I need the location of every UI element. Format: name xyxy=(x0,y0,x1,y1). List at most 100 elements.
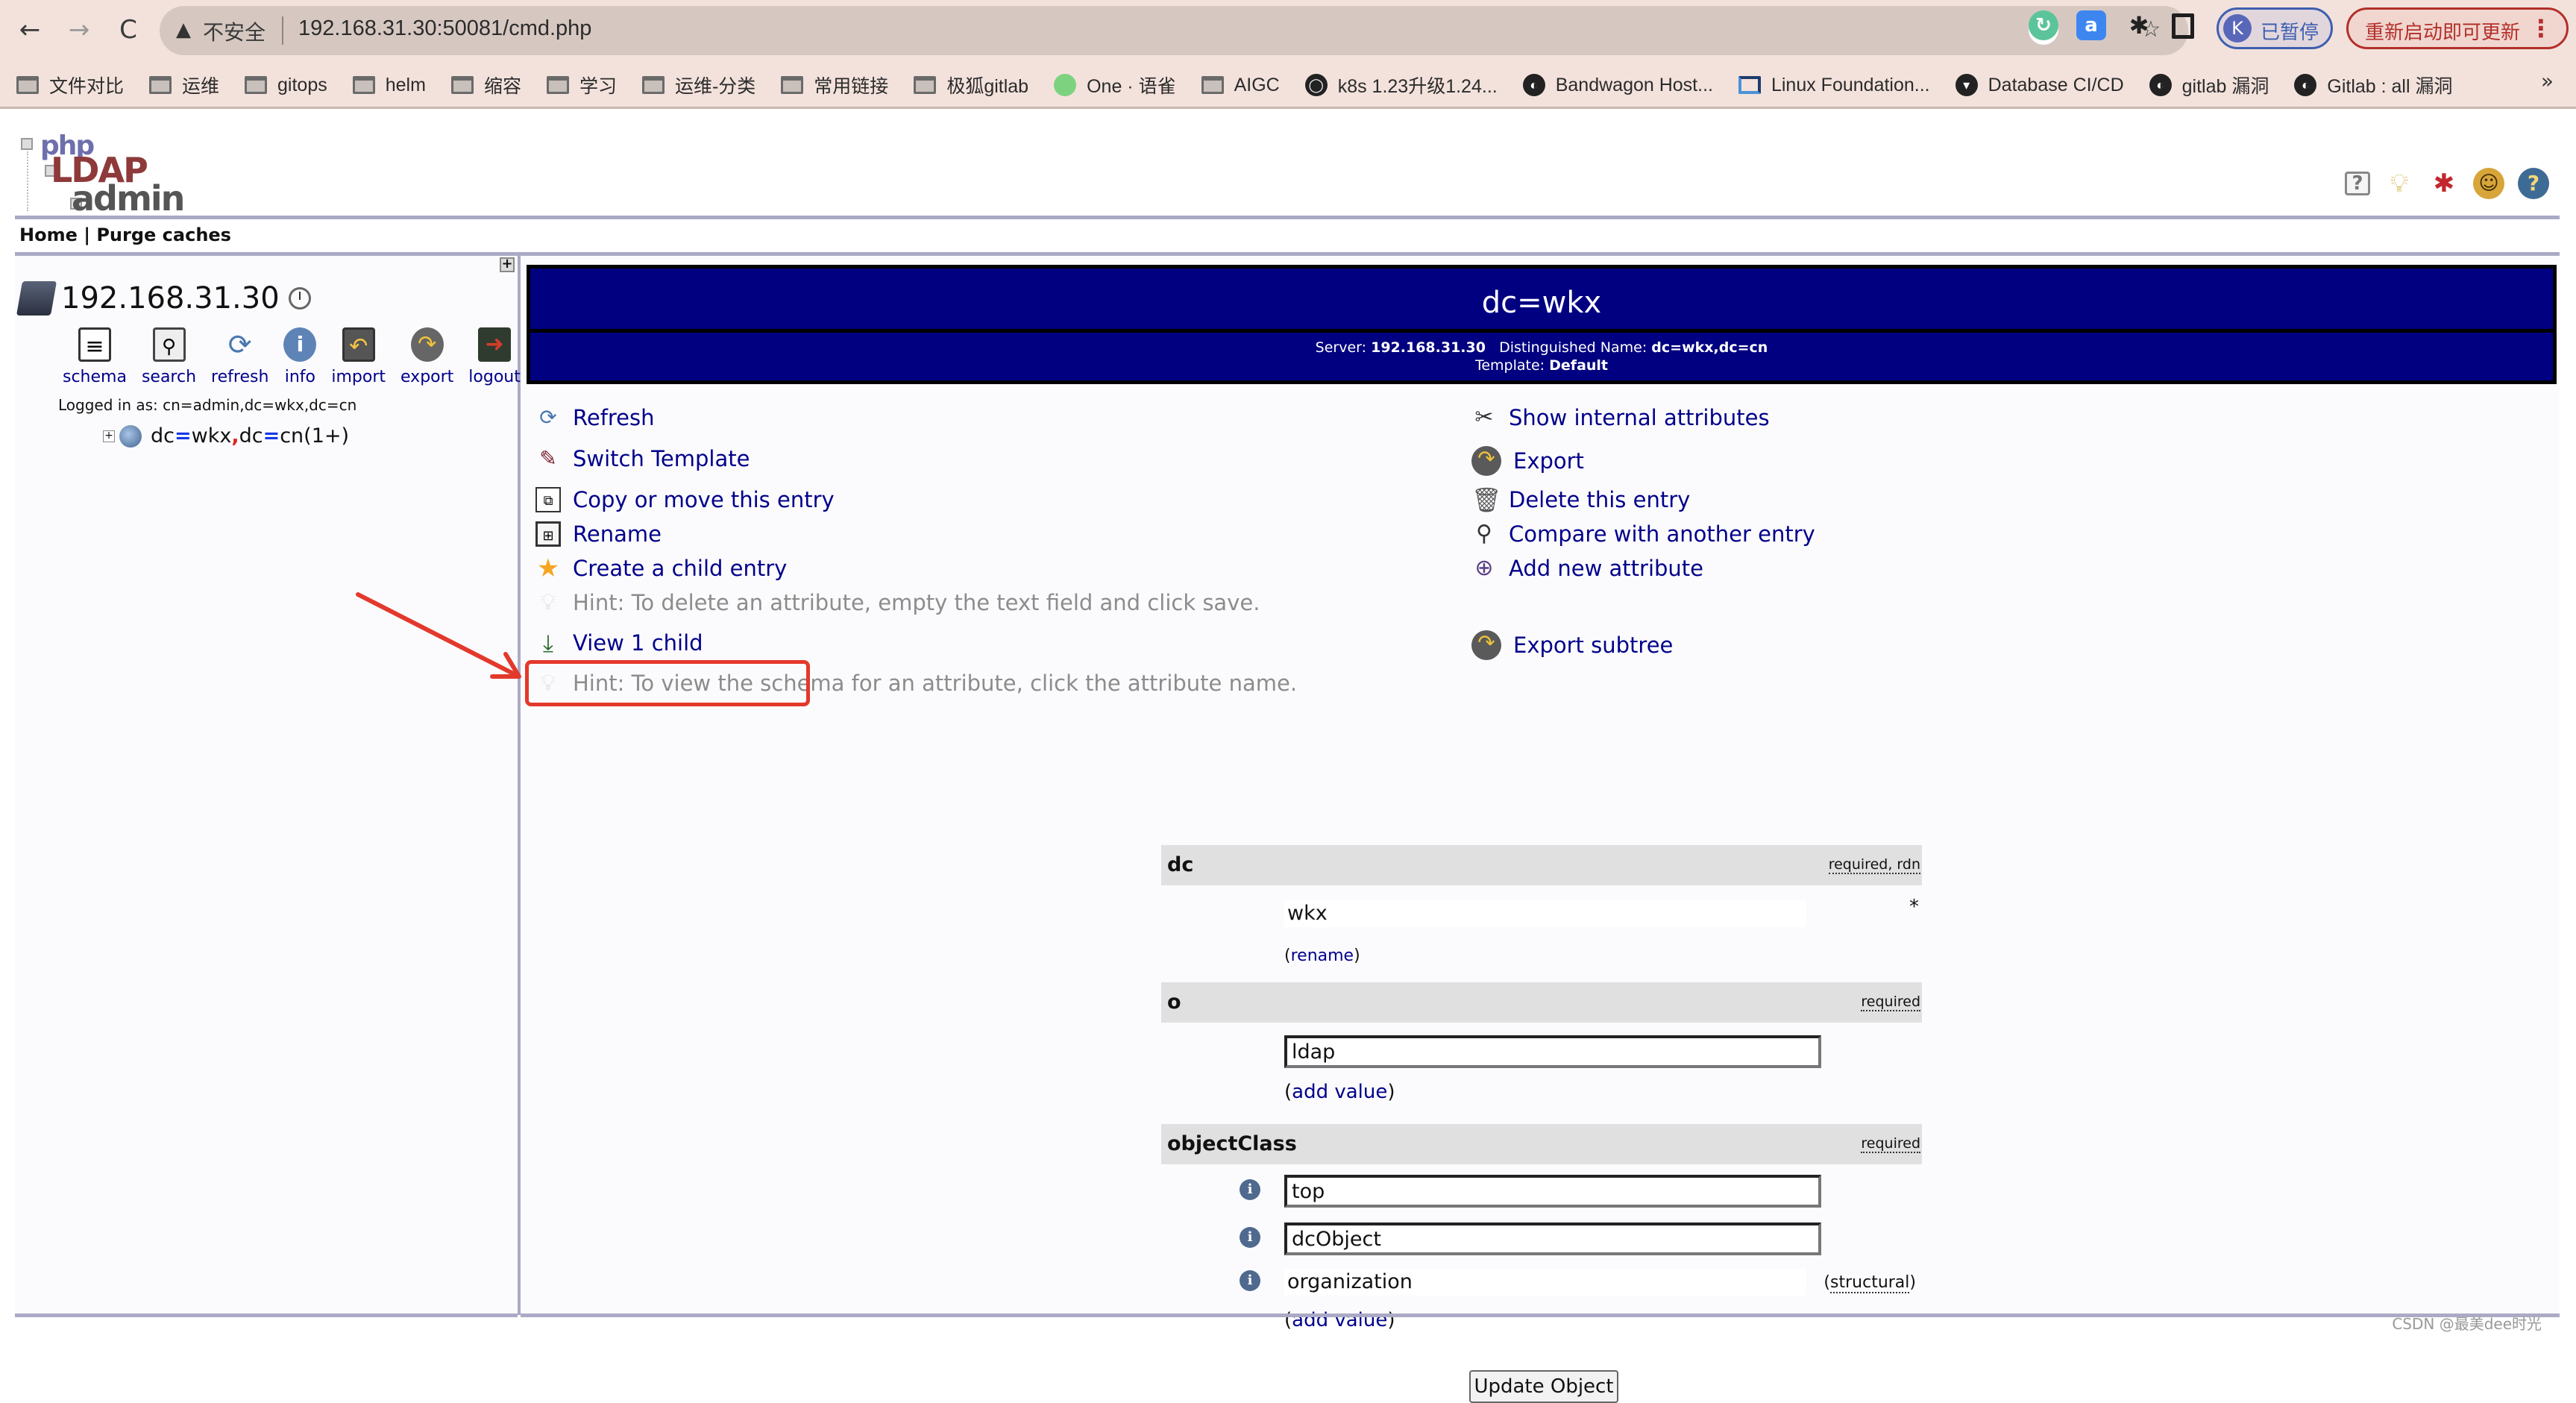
bookmark-item[interactable]: 常用链接 xyxy=(781,72,888,98)
update-button[interactable]: 重新启动即可更新 ⋮ xyxy=(2346,7,2569,49)
action-label[interactable]: Compare with another entry xyxy=(1509,521,1815,547)
action-view-1-child[interactable]: ⤓ View 1 child xyxy=(535,630,703,656)
bookmark-item[interactable]: ◐ Gitlab : all 漏洞 xyxy=(2294,72,2452,98)
sidebar-tool-search[interactable]: ⚲ search xyxy=(142,327,196,386)
action-label[interactable]: Rename xyxy=(573,521,662,547)
schema-icon[interactable]: ≡ xyxy=(78,327,111,362)
action-create-a-child-entry[interactable]: ★ Create a child entry xyxy=(535,556,788,581)
bookmark-item[interactable]: 文件对比 xyxy=(16,72,124,98)
objectclass-add-value-link[interactable]: add value xyxy=(1292,1309,1387,1331)
action-label[interactable]: Switch Template xyxy=(573,446,750,471)
lightbulb-icon[interactable]: 💡︎ xyxy=(2384,166,2415,201)
info-icon[interactable]: i xyxy=(283,327,317,362)
bookmark-item[interactable]: gitops xyxy=(245,75,327,96)
tool-label[interactable]: logout xyxy=(468,368,521,386)
bookmark-item[interactable]: ◯ k8s 1.23升级1.24... xyxy=(1304,72,1498,98)
bookmark-item[interactable]: ◐ Bandwagon Host... xyxy=(1522,74,1713,96)
warning-icon[interactable]: ▲ xyxy=(176,19,191,41)
bookmark-item[interactable]: 极狐gitlab xyxy=(914,72,1028,98)
attribute-name[interactable]: objectClass xyxy=(1167,1132,1297,1155)
tree-dn-link[interactable]: dc=wkx,dc=cn xyxy=(151,424,304,448)
action-add-new-attribute[interactable]: ⊕ Add new attribute xyxy=(1471,556,1703,582)
purge-caches-link[interactable]: Purge caches xyxy=(96,225,231,245)
objectclass-value-input[interactable] xyxy=(1284,1222,1821,1255)
action-rename[interactable]: ⊞ Rename xyxy=(535,521,662,547)
donate-smiley-icon[interactable]: ☺ xyxy=(2473,168,2504,199)
action-label[interactable]: Export subtree xyxy=(1513,633,1673,658)
help-icon[interactable]: ? xyxy=(2518,168,2549,199)
bookmark-item[interactable]: 学习 xyxy=(546,72,617,98)
sidebar-tool-refresh[interactable]: ⟳ refresh xyxy=(211,327,268,386)
bookmark-item[interactable]: 运维 xyxy=(149,72,219,98)
action-label[interactable]: Create a child entry xyxy=(573,556,787,581)
action-export-subtree[interactable]: ↷ Export subtree xyxy=(1471,630,1673,660)
expand-sidebar-button[interactable]: + xyxy=(500,257,515,272)
attribute-name[interactable]: dc xyxy=(1167,853,1193,876)
address-bar[interactable]: ▲ 不安全 192.168.31.30:50081/cmd.php G ⇧ ☆ xyxy=(160,6,2188,55)
objectclass-value-input[interactable] xyxy=(1284,1175,1821,1208)
action-export[interactable]: ↷ Export xyxy=(1471,446,1584,476)
action-label[interactable]: Copy or move this entry xyxy=(573,487,835,512)
refresh-icon[interactable]: ⟳ xyxy=(224,327,257,362)
extensions-puzzle-icon[interactable]: ✱ xyxy=(2124,10,2154,40)
objectclass-info-icon[interactable]: i xyxy=(1240,1270,1260,1291)
bookmark-item[interactable]: Linux Foundation... xyxy=(1738,75,1930,96)
o-value-input[interactable] xyxy=(1284,1035,1821,1068)
logout-icon[interactable]: ➜ xyxy=(478,327,512,362)
export-icon[interactable]: ↷ xyxy=(410,327,444,362)
tree-item-root[interactable]: + dc=wkx,dc=cn (1+) xyxy=(103,424,349,448)
tool-label[interactable]: import xyxy=(331,368,386,386)
tool-label[interactable]: search xyxy=(142,368,196,386)
search-icon[interactable]: ⚲ xyxy=(152,327,186,362)
tool-label[interactable]: schema xyxy=(63,368,127,386)
action-delete-this-entry[interactable]: 🗑︎ Delete this entry xyxy=(1471,487,1690,512)
action-label[interactable]: Refresh xyxy=(573,405,655,430)
bookmark-item[interactable]: 缩容 xyxy=(450,72,521,98)
bookmark-item[interactable]: 运维-分类 xyxy=(641,72,755,98)
profile-button[interactable]: K 已暂停 xyxy=(2217,7,2333,49)
home-link[interactable]: Home xyxy=(19,225,78,245)
rename-link[interactable]: rename xyxy=(1291,947,1354,965)
bug-report-icon[interactable]: ✱ xyxy=(2428,166,2460,201)
action-copy-or-move-this-entry[interactable]: ⧉ Copy or move this entry xyxy=(535,487,835,512)
attribute-name[interactable]: o xyxy=(1167,991,1181,1014)
update-object-button[interactable]: Update Object xyxy=(1469,1370,1618,1403)
bookmarks-more-button[interactable]: » xyxy=(2541,69,2554,93)
security-label[interactable]: 不安全 xyxy=(203,16,266,46)
action-compare-with-another-entry[interactable]: ⚲ Compare with another entry xyxy=(1471,521,1815,547)
side-panel-icon[interactable] xyxy=(2172,13,2194,39)
tool-label[interactable]: refresh xyxy=(211,368,268,386)
objectclass-info-icon[interactable]: i xyxy=(1240,1227,1260,1248)
action-refresh[interactable]: ⟳ Refresh xyxy=(535,405,655,430)
action-label[interactable]: View 1 child xyxy=(573,630,703,656)
import-icon[interactable]: ↶ xyxy=(342,327,375,362)
sidebar-tool-schema[interactable]: ≡ schema xyxy=(63,327,127,386)
sync-extension-icon[interactable]: ↻ xyxy=(2029,10,2058,40)
bookmark-item[interactable]: ▾ Database CI/CD xyxy=(1955,74,2124,96)
sidebar-tool-info[interactable]: i info xyxy=(283,327,317,386)
reload-button[interactable]: C xyxy=(112,13,145,46)
bookmark-item[interactable]: One · 语雀 xyxy=(1054,72,1176,98)
bookmark-item[interactable]: helm xyxy=(352,75,426,96)
o-add-value-link[interactable]: add value xyxy=(1292,1081,1387,1103)
expand-node-icon[interactable]: + xyxy=(103,430,115,442)
feedback-icon[interactable]: ? xyxy=(2345,172,2370,195)
tool-label[interactable]: info xyxy=(285,368,315,386)
action-label[interactable]: Add new attribute xyxy=(1509,556,1703,581)
sidebar-tool-logout[interactable]: ➜ logout xyxy=(468,327,521,386)
url-text[interactable]: 192.168.31.30:50081/cmd.php xyxy=(298,16,591,41)
action-label[interactable]: Delete this entry xyxy=(1509,487,1690,512)
action-switch-template[interactable]: ✎ Switch Template xyxy=(535,446,750,471)
action-show-internal-attributes[interactable]: ✂ Show internal attributes xyxy=(1471,405,1770,431)
phpldapadmin-logo[interactable]: php LDAP admin xyxy=(21,131,185,219)
bookmark-item[interactable]: ◐ gitlab 漏洞 xyxy=(2149,72,2269,98)
forward-button[interactable]: → xyxy=(63,13,95,46)
translate-extension-icon[interactable]: a xyxy=(2076,10,2106,40)
objectclass-info-icon[interactable]: i xyxy=(1240,1179,1260,1200)
tool-label[interactable]: export xyxy=(400,368,453,386)
action-label[interactable]: Show internal attributes xyxy=(1509,405,1770,430)
back-button[interactable]: ← xyxy=(13,13,46,46)
action-label[interactable]: Export xyxy=(1513,448,1584,474)
bookmark-item[interactable]: AIGC xyxy=(1201,75,1280,96)
sidebar-tool-import[interactable]: ↶ import xyxy=(331,327,386,386)
